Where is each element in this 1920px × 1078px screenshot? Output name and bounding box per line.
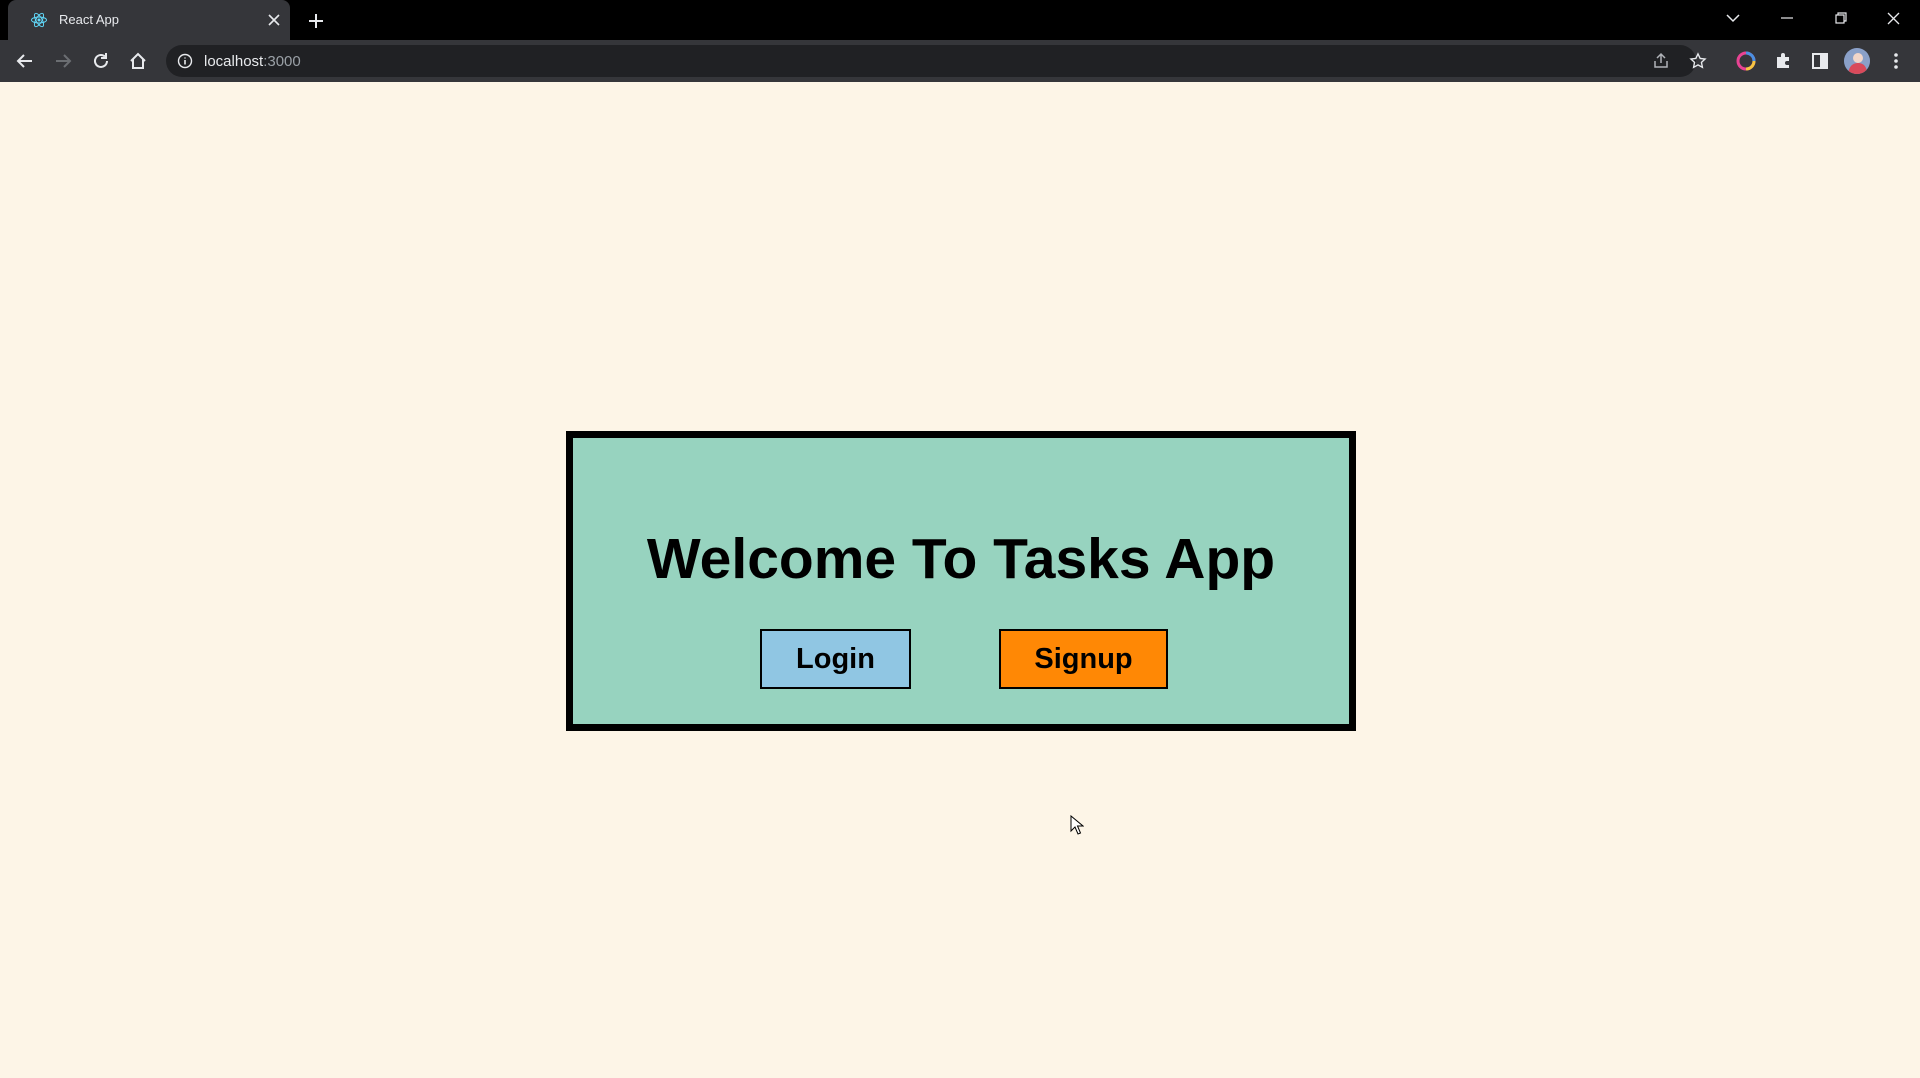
welcome-card: Welcome To Tasks App Login Signup xyxy=(566,431,1356,731)
address-bar[interactable]: localhost:3000 xyxy=(166,45,1707,77)
tab-react-app[interactable]: React App xyxy=(8,0,290,40)
share-icon[interactable] xyxy=(1647,47,1675,75)
tab-close-icon[interactable] xyxy=(263,9,285,31)
tab-strip: React App xyxy=(0,0,1920,40)
page-viewport: Welcome To Tasks App Login Signup xyxy=(0,82,1920,1078)
extensions-puzzle-icon[interactable] xyxy=(1767,45,1799,77)
signup-button[interactable]: Signup xyxy=(999,629,1168,689)
home-icon[interactable] xyxy=(122,45,154,77)
color-extension-icon[interactable] xyxy=(1730,45,1762,77)
bookmark-star-icon[interactable] xyxy=(1684,47,1712,75)
welcome-title: Welcome To Tasks App xyxy=(646,527,1276,591)
restore-icon[interactable] xyxy=(1814,0,1868,36)
tab-search-chevron-icon[interactable] xyxy=(1706,0,1760,36)
react-icon xyxy=(31,12,47,28)
side-panel-icon[interactable] xyxy=(1804,45,1836,77)
minimize-icon[interactable] xyxy=(1760,0,1814,36)
tab-title: React App xyxy=(59,12,119,27)
browser-toolbar: localhost:3000 xyxy=(0,40,1920,82)
url-text[interactable]: localhost:3000 xyxy=(204,53,301,70)
url-host: localhost xyxy=(204,53,264,70)
menu-kebab-icon[interactable] xyxy=(1880,45,1912,77)
browser-window: React App localhost:3000 Welcome To Task… xyxy=(0,0,1920,1078)
close-window-icon[interactable] xyxy=(1866,0,1920,36)
site-info-icon[interactable] xyxy=(176,52,194,70)
forward-icon[interactable] xyxy=(47,45,79,77)
profile-avatar[interactable] xyxy=(1844,48,1870,74)
url-port: :3000 xyxy=(263,53,301,70)
mouse-cursor-icon xyxy=(1070,815,1084,835)
reload-icon[interactable] xyxy=(85,45,117,77)
back-icon[interactable] xyxy=(9,45,41,77)
new-tab-plus-icon[interactable] xyxy=(303,8,329,34)
login-button[interactable]: Login xyxy=(760,629,911,689)
